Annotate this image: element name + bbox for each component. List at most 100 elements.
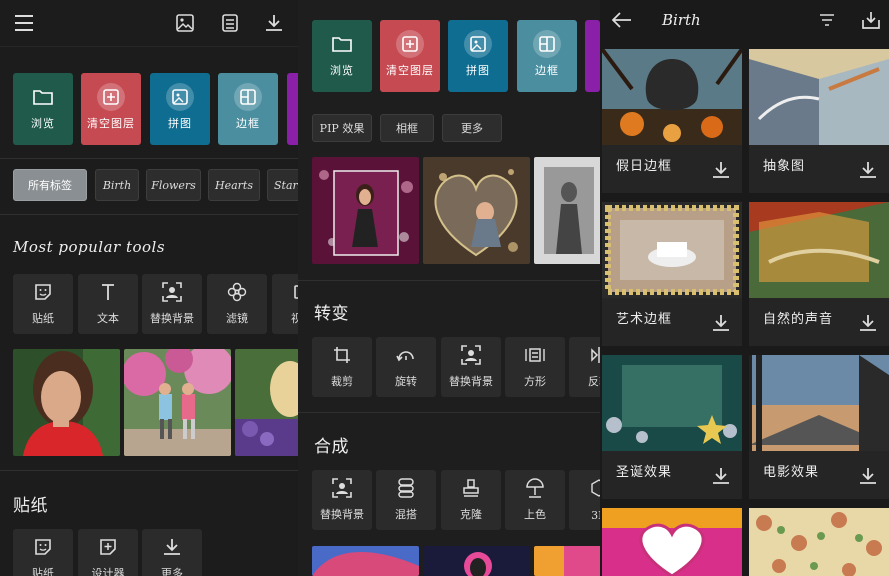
frame-preview-partial[interactable] bbox=[602, 508, 742, 576]
frame-preview bbox=[749, 355, 889, 451]
stamp-icon bbox=[462, 478, 480, 498]
collage-tile[interactable]: 拼图 bbox=[150, 73, 210, 145]
tile-label: 边框 bbox=[236, 117, 260, 130]
more-chip[interactable]: 更多 bbox=[442, 114, 502, 142]
download-icon[interactable] bbox=[859, 314, 877, 332]
popular-tools-title: Most popular tools bbox=[13, 238, 166, 256]
transform-title: 转变 bbox=[314, 304, 349, 324]
face-scan-icon bbox=[461, 345, 481, 365]
sticker-add-icon bbox=[99, 538, 117, 556]
download-icon[interactable] bbox=[712, 161, 730, 179]
blend-icon bbox=[397, 478, 415, 498]
tile-label: 清空图层 bbox=[87, 117, 135, 130]
tile-label: 边框 bbox=[535, 64, 559, 77]
tag-all[interactable]: 所有标签 bbox=[13, 169, 87, 201]
more-tile[interactable] bbox=[585, 20, 600, 92]
sticker-designer-tool[interactable]: 设计器 bbox=[78, 529, 138, 576]
video-tool[interactable]: 视频 bbox=[272, 274, 298, 334]
download-icon[interactable] bbox=[712, 467, 730, 485]
tag-birth[interactable]: Birth bbox=[95, 169, 139, 201]
layers-icon[interactable] bbox=[221, 14, 239, 32]
image-icon[interactable] bbox=[176, 14, 194, 32]
menu-icon[interactable] bbox=[14, 14, 34, 32]
popular-photo-3[interactable] bbox=[235, 349, 298, 456]
square-tool[interactable]: 方形 bbox=[505, 337, 565, 397]
clear-layers-tile[interactable]: 清空图层 bbox=[380, 20, 440, 92]
frame-card[interactable]: 电影效果 bbox=[749, 355, 889, 499]
browse-tile[interactable]: 浏览 bbox=[312, 20, 372, 92]
rotate-tool[interactable]: 旋转 bbox=[376, 337, 436, 397]
compose-photo-2[interactable] bbox=[423, 546, 530, 576]
download-icon[interactable] bbox=[712, 314, 730, 332]
download-icon[interactable] bbox=[265, 14, 283, 32]
sticker-icon bbox=[34, 283, 52, 301]
filter-tool[interactable]: 滤镜 bbox=[207, 274, 267, 334]
text-tool[interactable]: 文本 bbox=[78, 274, 138, 334]
download-icon[interactable] bbox=[859, 161, 877, 179]
tag-hearts[interactable]: Hearts bbox=[208, 169, 260, 201]
clone-tool[interactable]: 克隆 bbox=[441, 470, 501, 530]
add-square-icon bbox=[102, 88, 120, 106]
popular-photo-1[interactable] bbox=[13, 349, 120, 456]
pip-photo-1[interactable] bbox=[312, 157, 419, 264]
popular-photo-2[interactable] bbox=[124, 349, 231, 456]
frame-card[interactable]: 假日边框 bbox=[602, 49, 742, 193]
photo-frame-chip[interactable]: 相框 bbox=[380, 114, 434, 142]
pip-photo-2[interactable] bbox=[423, 157, 530, 264]
cube-icon bbox=[590, 479, 600, 497]
umbrella-icon bbox=[525, 478, 545, 498]
stickers-title: 贴纸 bbox=[13, 496, 48, 516]
tile-label: 拼图 bbox=[168, 117, 192, 130]
face-scan-icon bbox=[332, 478, 352, 498]
frame-card[interactable]: 抽象图 bbox=[749, 49, 889, 193]
replace-background-tool[interactable]: 替换背景 bbox=[441, 337, 501, 397]
frame-tile[interactable]: 边框 bbox=[218, 73, 278, 145]
frame-card[interactable]: 圣诞效果 bbox=[602, 355, 742, 499]
frame-preview bbox=[602, 355, 742, 451]
compose-photo-3[interactable] bbox=[534, 546, 600, 576]
frame-preview bbox=[749, 49, 889, 145]
frame-label: 圣诞效果 bbox=[616, 465, 673, 480]
blend-tool[interactable]: 混搭 bbox=[376, 470, 436, 530]
browse-tile[interactable]: 浏览 bbox=[13, 73, 73, 145]
3d-tool[interactable]: 3D bbox=[569, 470, 600, 530]
flip-tool[interactable]: 反转 bbox=[569, 337, 600, 397]
compose-title: 合成 bbox=[314, 437, 349, 457]
sort-icon[interactable] bbox=[819, 13, 835, 27]
download-icon bbox=[163, 538, 181, 556]
birth-frames-panel: Birth 假日边框 抽象图 艺术边框 自然的声音 圣诞效果 电影效果 bbox=[600, 0, 889, 576]
main-menu-panel: 浏览 清空图层 拼图 边框 所有标签 Birth Flowers Hearts … bbox=[0, 0, 298, 576]
crop-tool[interactable]: 裁剪 bbox=[312, 337, 372, 397]
tool-label: 替换背景 bbox=[449, 375, 493, 388]
replace-background-tool-2[interactable]: 替换背景 bbox=[312, 470, 372, 530]
tile-label: 浏览 bbox=[31, 117, 55, 130]
text-icon bbox=[100, 283, 116, 301]
sticker-tool[interactable]: 贴纸 bbox=[13, 274, 73, 334]
tool-label: 更多 bbox=[161, 567, 183, 576]
pip-photo-3[interactable] bbox=[534, 157, 600, 264]
back-arrow-icon[interactable] bbox=[612, 12, 632, 28]
pip-effect-chip[interactable]: PIP 效果 bbox=[312, 114, 372, 142]
download-all-icon[interactable] bbox=[862, 11, 880, 29]
frame-label: 艺术边框 bbox=[616, 312, 673, 327]
colorize-tool[interactable]: 上色 bbox=[505, 470, 565, 530]
rotate-icon bbox=[395, 347, 417, 363]
tag-stars[interactable]: Stars bbox=[267, 169, 298, 201]
more-tile[interactable] bbox=[287, 73, 298, 145]
collage-tile[interactable]: 拼图 bbox=[448, 20, 508, 92]
frame-card[interactable]: 艺术边框 bbox=[602, 202, 742, 346]
replace-background-tool[interactable]: 替换背景 bbox=[142, 274, 202, 334]
sticker-more-tool[interactable]: 更多 bbox=[142, 529, 202, 576]
compose-photo-1[interactable] bbox=[312, 546, 419, 576]
sticker-tool-2[interactable]: 贴纸 bbox=[13, 529, 73, 576]
tag-flowers[interactable]: Flowers bbox=[146, 169, 201, 201]
crop-icon bbox=[333, 346, 351, 364]
frame-card[interactable]: 自然的声音 bbox=[749, 202, 889, 346]
download-icon[interactable] bbox=[859, 467, 877, 485]
frame-preview-partial[interactable] bbox=[749, 508, 889, 576]
tool-label: 贴纸 bbox=[32, 312, 54, 325]
frame-tile[interactable]: 边框 bbox=[517, 20, 577, 92]
folder-icon bbox=[33, 88, 53, 106]
clear-layers-tile[interactable]: 清空图层 bbox=[81, 73, 141, 145]
flip-icon bbox=[590, 346, 600, 364]
